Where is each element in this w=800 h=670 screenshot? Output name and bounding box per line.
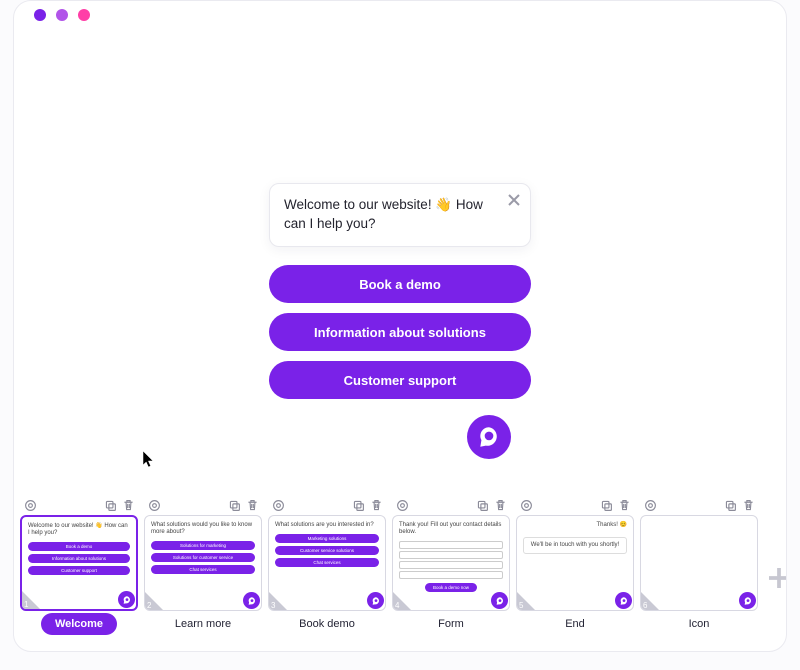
slide-toolbar [640,497,758,513]
slide-thumbnail[interactable]: 6 [640,515,758,611]
slide-column: What solutions would you like to know mo… [144,497,262,635]
window-dot [78,9,90,21]
slide-thumbnail[interactable]: What solutions would you like to know mo… [144,515,262,611]
target-icon[interactable] [395,498,409,512]
trash-icon[interactable] [121,498,135,512]
slide-label[interactable]: Learn more [175,613,231,635]
slide-label[interactable]: Form [438,613,464,635]
target-icon[interactable] [271,498,285,512]
add-slide-button[interactable] [764,513,787,643]
slide-toolbar [268,497,386,513]
slide-label[interactable]: Book demo [299,613,355,635]
trash-icon[interactable] [245,498,259,512]
chat-bubble-icon [739,592,756,609]
copy-icon[interactable] [351,498,365,512]
slide-toolbar [392,497,510,513]
slide-column: Welcome to our website! 👋 How can I help… [20,497,138,635]
chat-bubble-icon [491,592,508,609]
slide-thumbnail[interactable]: Welcome to our website! 👋 How can I help… [20,515,138,611]
copy-icon[interactable] [599,498,613,512]
cursor-icon [142,450,156,473]
trash-icon[interactable] [741,498,755,512]
copy-icon[interactable] [227,498,241,512]
close-icon[interactable] [506,192,522,208]
chat-widget-toggle[interactable] [467,415,511,459]
copy-icon[interactable] [475,498,489,512]
slides-tray: Welcome to our website! 👋 How can I help… [20,497,780,643]
editor-window: Welcome to our website! 👋 How can I help… [13,0,787,652]
slide-thumbnail[interactable]: What solutions are you interested in?Mar… [268,515,386,611]
slide-toolbar [516,497,634,513]
target-icon[interactable] [519,498,533,512]
slide-thumbnail[interactable]: Thank you! Fill out your contact details… [392,515,510,611]
chat-bubble-icon [243,592,260,609]
target-icon[interactable] [147,498,161,512]
chat-bubble: Welcome to our website! 👋 How can I help… [269,183,531,247]
chat-bubble-icon [615,592,632,609]
trash-icon[interactable] [617,498,631,512]
slide-toolbar [20,497,138,513]
slide-toolbar [144,497,262,513]
chat-option-button[interactable]: Information about solutions [269,313,531,351]
slide-column: Thank you! Fill out your contact details… [392,497,510,635]
chat-bubble-icon [118,591,135,608]
trash-icon[interactable] [369,498,383,512]
chat-option-button[interactable]: Customer support [269,361,531,399]
slide-label[interactable]: End [565,613,585,635]
preview-stage: Welcome to our website! 👋 How can I help… [20,29,780,473]
chat-option-button[interactable]: Book a demo [269,265,531,303]
copy-icon[interactable] [723,498,737,512]
slide-label[interactable]: Welcome [41,613,117,635]
chat-message: Welcome to our website! 👋 How can I help… [284,197,483,231]
copy-icon[interactable] [103,498,117,512]
window-dot [34,9,46,21]
slide-column: What solutions are you interested in?Mar… [268,497,386,635]
target-icon[interactable] [643,498,657,512]
slide-label[interactable]: Icon [689,613,710,635]
window-titlebar [14,1,786,29]
chat-bubble-icon [476,424,502,450]
target-icon[interactable] [23,498,37,512]
window-dot [56,9,68,21]
slide-thumbnail[interactable]: Thanks! 😊We'll be in touch with you shor… [516,515,634,611]
slide-column: 6Icon [640,497,758,635]
slide-column: Thanks! 😊We'll be in touch with you shor… [516,497,634,635]
trash-icon[interactable] [493,498,507,512]
chat-bubble-icon [367,592,384,609]
chat-options: Book a demo Information about solutions … [269,265,531,399]
